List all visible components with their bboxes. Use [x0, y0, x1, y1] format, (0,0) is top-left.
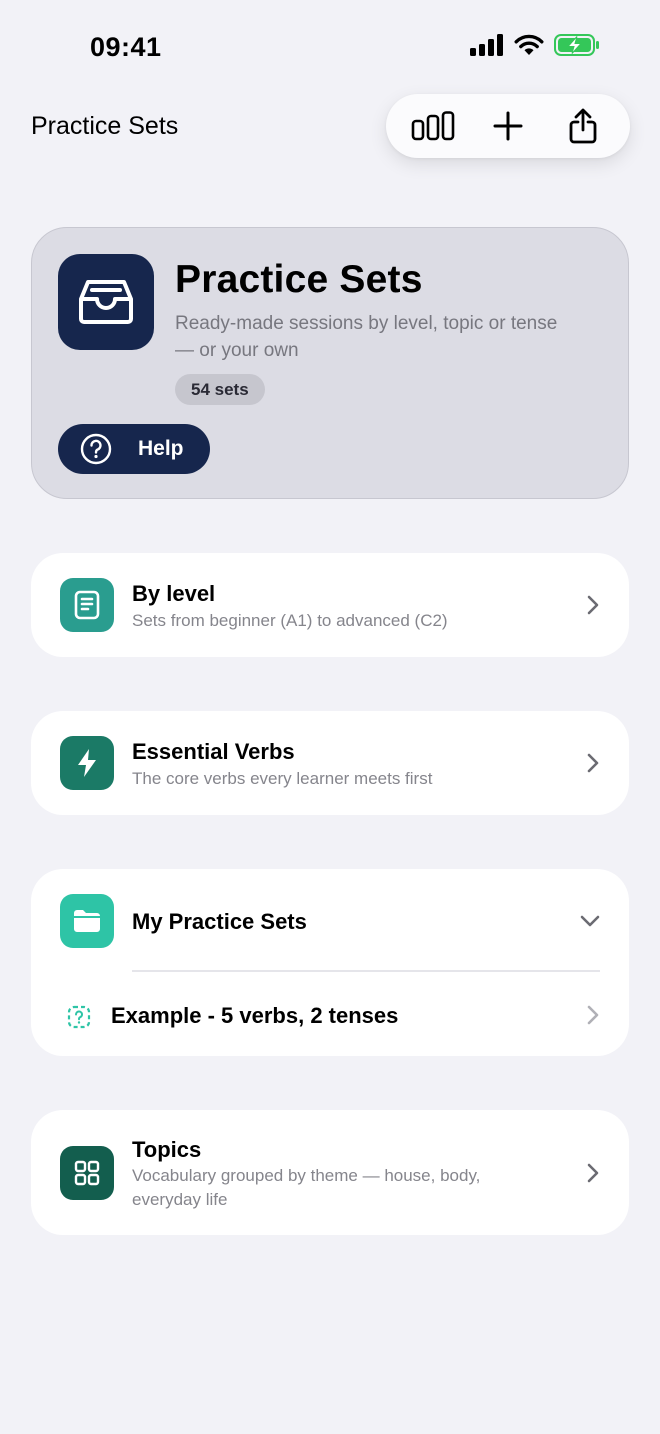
by-level-title: By level: [132, 581, 216, 606]
by-level-card: By level Sets from beginner (A1) to adva…: [31, 553, 629, 657]
topics-subtitle: Vocabulary grouped by theme — house, bod…: [132, 1166, 481, 1209]
status-icons: [470, 34, 600, 56]
topics-title: Topics: [132, 1137, 202, 1162]
hero-card: Practice Sets Ready-made sessions by lev…: [31, 227, 629, 499]
signal-icon: [470, 34, 503, 56]
toolbar: [386, 94, 630, 158]
my-sets-card: My Practice Sets Example - 5 verbs, 2 te…: [31, 869, 629, 1056]
chevron-right-icon: [585, 1004, 601, 1026]
hero-title: Practice Sets: [175, 258, 423, 301]
folder-icon: [74, 910, 100, 932]
my-sets-title: My Practice Sets: [132, 909, 307, 934]
plus-icon: [493, 111, 523, 141]
essential-verbs-row[interactable]: Essential Verbs The core verbs every lea…: [31, 711, 629, 815]
chevron-right-icon: [585, 1162, 601, 1184]
example-set-icon: [67, 1005, 91, 1034]
share-icon: [569, 108, 597, 144]
nav-title: Practice Sets: [31, 112, 179, 140]
topics-card: Topics Vocabulary grouped by theme — hou…: [31, 1110, 629, 1235]
my-sets-icon-tile: [60, 894, 114, 948]
status-bar: 09:41: [0, 0, 660, 96]
my-sets-row[interactable]: My Practice Sets: [31, 869, 629, 971]
question-circle-icon: [80, 433, 112, 465]
sets-count-badge: 54 sets: [175, 374, 265, 405]
essential-verbs-icon-tile: [60, 736, 114, 790]
status-time: 09:41: [90, 32, 162, 62]
battery-charging-icon: [554, 34, 599, 56]
example-set-title: Example - 5 verbs, 2 tenses: [111, 1003, 399, 1028]
topics-icon-tile: [60, 1146, 114, 1200]
tray-icon: [79, 280, 133, 324]
help-button[interactable]: Help: [58, 424, 210, 474]
by-level-icon-tile: [60, 578, 114, 632]
by-level-row[interactable]: By level Sets from beginner (A1) to adva…: [31, 553, 629, 657]
chevron-right-icon: [585, 752, 601, 774]
grid-icon: [74, 1160, 100, 1186]
share-button[interactable]: [555, 98, 611, 154]
help-label: Help: [138, 437, 184, 460]
wifi-icon: [514, 34, 544, 55]
by-level-subtitle: Sets from beginner (A1) to advanced (C2): [132, 611, 448, 630]
example-set-row[interactable]: Example - 5 verbs, 2 tenses: [31, 972, 629, 1056]
hero-subtitle: Ready-made sessions by level, topic or t…: [175, 313, 558, 361]
chevron-right-icon: [585, 594, 601, 616]
essential-verbs-card: Essential Verbs The core verbs every lea…: [31, 711, 629, 815]
essential-verbs-title: Essential Verbs: [132, 739, 295, 764]
chevron-down-icon: [579, 910, 601, 932]
add-button[interactable]: [480, 98, 536, 154]
bar-chart-icon: [412, 111, 455, 141]
hero-icon-tile: [58, 254, 154, 350]
topics-row[interactable]: Topics Vocabulary grouped by theme — hou…: [31, 1110, 629, 1235]
stats-button[interactable]: [405, 98, 461, 154]
dashed-question-icon: [67, 1005, 91, 1029]
lightning-icon: [78, 749, 96, 777]
essential-verbs-subtitle: The core verbs every learner meets first: [132, 769, 433, 788]
document-icon: [74, 590, 100, 620]
